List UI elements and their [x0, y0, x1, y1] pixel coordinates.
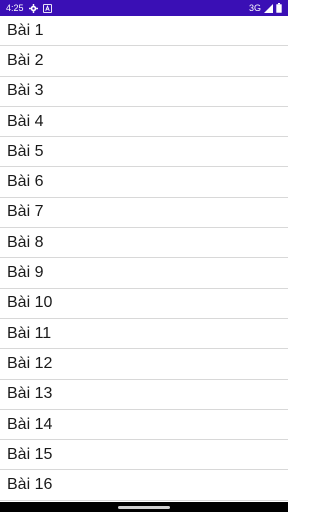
- list-item-label: Bài 6: [7, 173, 44, 191]
- list-item-1[interactable]: Bài 1: [0, 16, 288, 47]
- app-screen: 4:25 3G Bài 1 Bài 2 Bài 3 Bài 4 Bài 5 Bà…: [0, 0, 288, 512]
- list-item-label: Bài 4: [7, 112, 44, 130]
- list-item-label: Bài 9: [7, 264, 44, 282]
- list-item-12[interactable]: Bài 12: [0, 349, 288, 380]
- list-item-7[interactable]: Bài 7: [0, 198, 288, 229]
- gear-icon: [28, 3, 38, 13]
- status-time: 4:25: [6, 3, 24, 13]
- list-item-6[interactable]: Bài 6: [0, 167, 288, 198]
- list-item-label: Bài 7: [7, 203, 44, 221]
- status-left: 4:25: [6, 3, 52, 13]
- list-item-label: Bài 15: [7, 445, 53, 463]
- list-item-15[interactable]: Bài 15: [0, 440, 288, 471]
- list-item-label: Bài 12: [7, 354, 53, 372]
- list-item-label: Bài 8: [7, 233, 44, 251]
- list-item-label: Bài 3: [7, 82, 44, 100]
- status-bar: 4:25 3G: [0, 0, 288, 16]
- list-item-10[interactable]: Bài 10: [0, 289, 288, 319]
- list-item-label: Bài 16: [7, 476, 53, 494]
- list-item-label: Bài 14: [7, 415, 53, 433]
- status-right: 3G: [249, 3, 282, 13]
- home-handle[interactable]: [118, 505, 170, 509]
- list-item-4[interactable]: Bài 4: [0, 107, 288, 138]
- list-item-13[interactable]: Bài 13: [0, 380, 288, 410]
- list-item-14[interactable]: Bài 14: [0, 410, 288, 441]
- list-item-5[interactable]: Bài 5: [0, 137, 288, 168]
- list-item-16[interactable]: Bài 16: [0, 470, 288, 501]
- list-item-label: Bài 11: [7, 324, 52, 342]
- list-item-label: Bài 10: [7, 294, 53, 312]
- signal-icon: [264, 3, 273, 13]
- battery-icon: [276, 3, 282, 13]
- list-item-label: Bài 2: [7, 51, 44, 69]
- list-item-8[interactable]: Bài 8: [0, 228, 288, 259]
- list-item-label: Bài 5: [7, 142, 44, 160]
- lesson-list[interactable]: Bài 1 Bài 2 Bài 3 Bài 4 Bài 5 Bài 6 Bài …: [0, 16, 288, 502]
- list-item-label: Bài 1: [7, 21, 44, 39]
- navigation-bar: [0, 502, 288, 512]
- network-type: 3G: [248, 3, 261, 13]
- list-item-11[interactable]: Bài 11: [0, 319, 288, 350]
- list-item-label: Bài 13: [7, 385, 53, 403]
- a-badge-icon: [42, 3, 52, 13]
- list-item-2[interactable]: Bài 2: [0, 46, 288, 77]
- list-item-3[interactable]: Bài 3: [0, 77, 288, 107]
- list-item-9[interactable]: Bài 9: [0, 258, 288, 289]
